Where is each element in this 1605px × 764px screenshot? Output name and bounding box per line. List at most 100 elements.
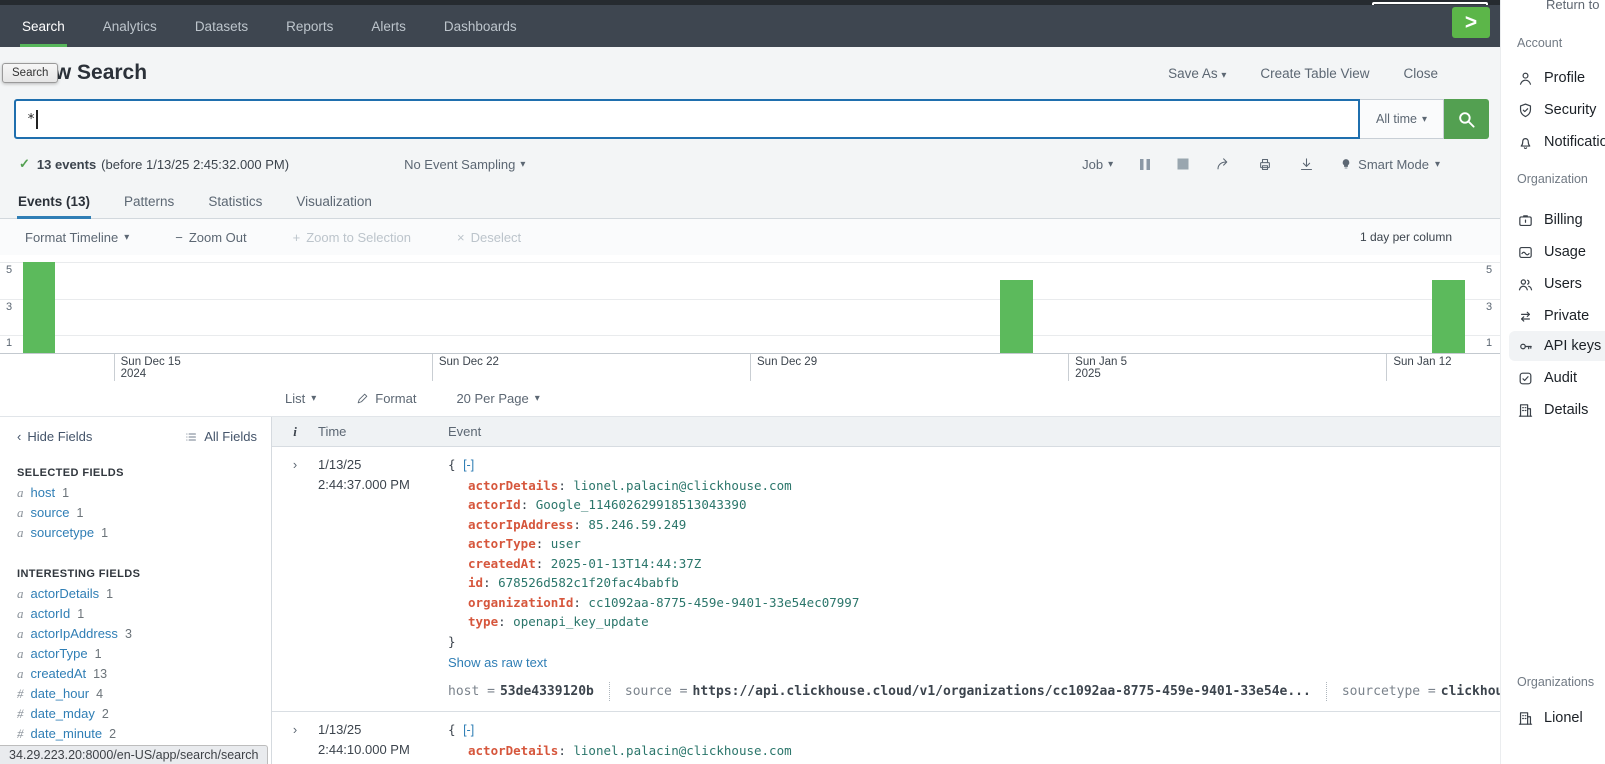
json-key[interactable]: actorDetails [468, 478, 558, 493]
nav-item-dashboards[interactable]: Dashboards [442, 5, 519, 47]
format-results-button[interactable]: Format [356, 391, 416, 406]
chevron-down-icon: ▾ [1435, 159, 1440, 170]
sidebar-item-billing[interactable]: Billing [1509, 205, 1605, 235]
splunk-logo-icon[interactable]: > [1452, 7, 1490, 38]
sidebar-item-users[interactable]: Users [1509, 269, 1605, 299]
field-link[interactable]: date_minute [31, 726, 103, 741]
events-header-row: i Time Event [272, 417, 1500, 447]
share-job-button[interactable] [1215, 157, 1231, 172]
close-button[interactable]: Close [1403, 66, 1438, 81]
cloud-sidebar: Return to Account Profile Security Notif… [1500, 0, 1605, 764]
sidebar-item-org-lionel[interactable]: Lionel [1509, 703, 1605, 733]
nav-item-datasets[interactable]: Datasets [193, 5, 250, 47]
field-link[interactable]: date_mday [31, 706, 95, 721]
tab-patterns[interactable]: Patterns [123, 194, 175, 218]
json-key[interactable]: organizationId [468, 595, 573, 610]
field-link[interactable]: host [31, 485, 56, 500]
sidebar-section-organizations: Organizations [1517, 675, 1594, 689]
timeline-bar[interactable] [1432, 280, 1465, 353]
json-value[interactable]: openapi_key_update [513, 614, 648, 629]
print-button[interactable] [1257, 157, 1273, 172]
sidebar-item-security[interactable]: Security [1509, 95, 1605, 125]
all-fields-link[interactable]: All Fields [184, 429, 257, 444]
search-input[interactable]: * [14, 99, 1360, 139]
json-value[interactable]: user [551, 536, 581, 551]
json-value[interactable]: Google_114602629918513043390 [536, 497, 747, 512]
sidebar-item-details[interactable]: Details [1509, 395, 1605, 425]
json-value[interactable]: 678526d582c1f20fac4babfb [498, 575, 679, 590]
tab-statistics[interactable]: Statistics [207, 194, 263, 218]
json-value[interactable]: lionel.palacin@clickhouse.com [573, 743, 791, 758]
expand-event-chevron[interactable]: › [272, 455, 318, 711]
json-key[interactable]: type [468, 614, 498, 629]
timeline-bar[interactable] [23, 262, 56, 353]
sidebar-item-notifications[interactable]: Notifications [1509, 127, 1605, 157]
field-link[interactable]: sourcetype [31, 525, 95, 540]
field-link[interactable]: actorIpAddress [31, 626, 118, 641]
field-link[interactable]: actorDetails [31, 586, 100, 601]
sidebar-item-profile[interactable]: Profile [1509, 63, 1605, 93]
nav-item-reports[interactable]: Reports [284, 5, 335, 47]
event-row: › 1/13/25 2:44:10.000 PM { [-] actorDeta… [272, 711, 1500, 760]
arrows-icon [1517, 308, 1534, 325]
expand-event-chevron[interactable]: › [272, 720, 318, 760]
nav-item-search[interactable]: Search [20, 5, 67, 47]
json-value[interactable]: lionel.palacin@clickhouse.com [573, 478, 791, 493]
field-link[interactable]: createdAt [31, 666, 87, 681]
tab-visualization[interactable]: Visualization [295, 194, 373, 218]
json-value[interactable]: 85.246.59.249 [588, 517, 686, 532]
search-mode-dropdown[interactable]: Smart Mode ▾ [1340, 157, 1440, 172]
sidebar-item-audit[interactable]: Audit [1509, 363, 1605, 393]
tab-events[interactable]: Events (13) [17, 194, 91, 218]
json-collapse-toggle[interactable]: [-] [463, 723, 474, 737]
json-key[interactable]: actorIpAddress [468, 517, 573, 532]
nav-item-analytics[interactable]: Analytics [101, 5, 159, 47]
zoom-out-button[interactable]: − Zoom Out [175, 230, 246, 245]
stop-job-button[interactable] [1177, 158, 1189, 170]
meta-sourcetype[interactable]: sourcetype =clickhouse_cloud_audit_logs [1326, 682, 1500, 702]
json-collapse-toggle[interactable]: [-] [463, 458, 474, 472]
field-link[interactable]: actorType [31, 646, 88, 661]
x-tick-label: Sun Jan 12 [1386, 354, 1451, 381]
meta-host[interactable]: host =53de4339120b [448, 682, 594, 702]
run-search-button[interactable] [1444, 99, 1489, 139]
json-value[interactable]: 2025-01-13T14:44:37Z [551, 556, 702, 571]
format-timeline-dropdown[interactable]: Format Timeline ▾ [25, 230, 129, 245]
field-link[interactable]: actorId [31, 606, 71, 621]
meta-source[interactable]: source =https://api.clickhouse.cloud/v1/… [609, 682, 1311, 702]
deselect-button[interactable]: × Deselect [457, 230, 521, 245]
sidebar-item-label: Usage [1544, 244, 1586, 260]
export-button[interactable] [1299, 157, 1314, 172]
pause-job-button[interactable] [1139, 158, 1151, 171]
create-table-view-button[interactable]: Create Table View [1260, 66, 1369, 81]
json-key[interactable]: id [468, 575, 483, 590]
show-raw-text-link[interactable]: Show as raw text [448, 653, 547, 673]
json-key[interactable]: actorId [468, 497, 521, 512]
hide-fields-link[interactable]: ‹ Hide Fields [17, 429, 92, 444]
nav-item-alerts[interactable]: Alerts [369, 5, 408, 47]
field-link[interactable]: source [31, 505, 70, 520]
save-as-button[interactable]: Save As ▾ [1168, 66, 1226, 81]
sidebar-item-usage[interactable]: Usage [1509, 237, 1605, 267]
sidebar-item-api-keys[interactable]: API keys [1509, 331, 1605, 361]
timeline-plot[interactable]: 113355 [0, 255, 1500, 353]
chevron-down-icon: ▾ [1221, 70, 1226, 81]
list-view-dropdown[interactable]: List ▾ [285, 391, 316, 406]
json-key[interactable]: actorType [468, 536, 536, 551]
interesting-fields-list: aactorDetails1 aactorId1 aactorIpAddress… [17, 586, 257, 746]
bell-icon [1517, 134, 1534, 151]
field-type-icon: a [17, 666, 24, 682]
job-menu[interactable]: Job ▾ [1082, 157, 1113, 172]
field-link[interactable]: date_hour [31, 686, 90, 701]
sidebar-item-private-endpoints[interactable]: Private [1509, 301, 1605, 331]
timeline-bar[interactable] [1000, 280, 1033, 353]
event-clock: 2:44:10.000 PM [318, 740, 448, 760]
zoom-to-selection-button[interactable]: + Zoom to Selection [293, 230, 411, 245]
json-key[interactable]: createdAt [468, 556, 536, 571]
event-sampling-dropdown[interactable]: No Event Sampling ▾ [404, 157, 525, 172]
time-range-picker[interactable]: All time ▾ [1360, 99, 1444, 139]
return-to-link[interactable]: Return to [1546, 0, 1599, 12]
json-key[interactable]: actorDetails [468, 743, 558, 758]
per-page-dropdown[interactable]: 20 Per Page ▾ [456, 391, 539, 406]
json-value[interactable]: cc1092aa-8775-459e-9401-33e54ec07997 [588, 595, 859, 610]
